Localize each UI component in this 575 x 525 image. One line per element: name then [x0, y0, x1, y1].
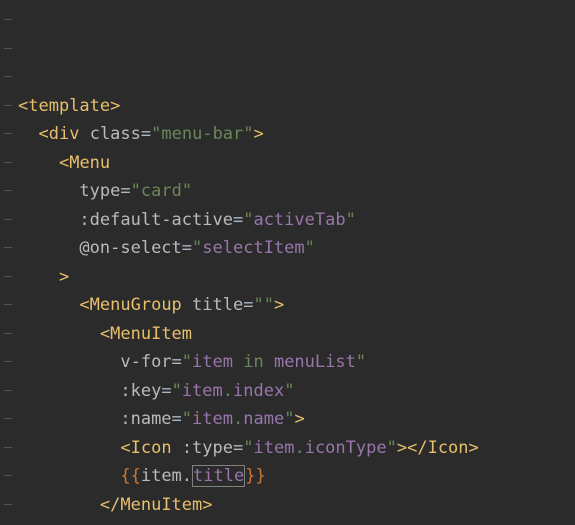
code-line: <MenuGroup title="">	[18, 295, 284, 315]
code-block: <template> <div class="menu-bar"> <Menu …	[0, 92, 575, 525]
code-line: </MenuItem>	[18, 495, 213, 515]
code-line: v-for="item in menuList"	[18, 352, 366, 372]
code-line: >	[18, 267, 69, 287]
code-line: {{item.title}}	[18, 465, 266, 487]
code-line: <Menu	[18, 153, 110, 173]
code-line: :name="item.name">	[18, 409, 305, 429]
code-line: <div class="menu-bar">	[18, 124, 264, 144]
code-line: <template>	[18, 96, 120, 116]
code-line: <MenuItem	[18, 324, 192, 344]
cursor-selection: title	[192, 465, 245, 487]
code-line: @on-select="selectItem"	[18, 238, 315, 258]
code-line: :key="item.index"	[18, 381, 294, 401]
code-line: :default-active="activeTab"	[18, 210, 356, 230]
code-line: <Icon :type="item.iconType"></Icon>	[18, 438, 479, 458]
code-editor[interactable]: <template> <div class="menu-bar"> <Menu …	[0, 0, 575, 525]
code-line: type="card"	[18, 181, 192, 201]
